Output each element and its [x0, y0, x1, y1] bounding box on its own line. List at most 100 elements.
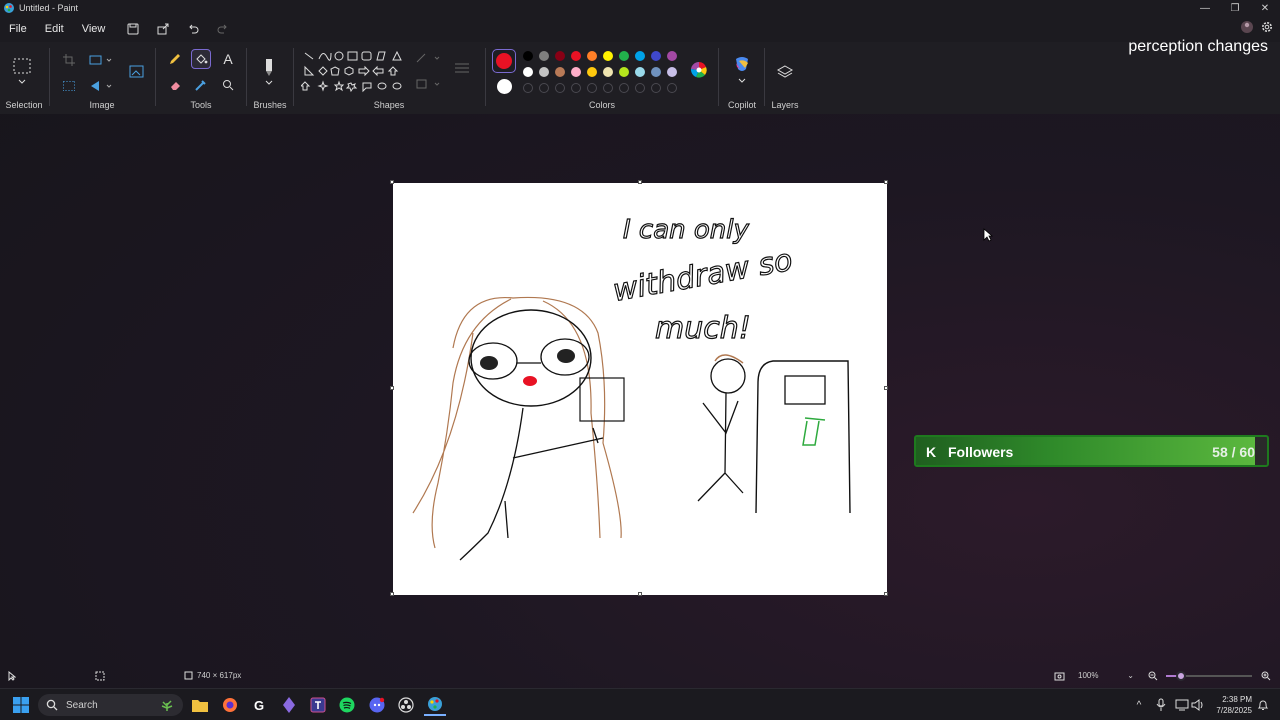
- layers-button[interactable]: [775, 62, 795, 82]
- resize-handle[interactable]: [390, 592, 394, 596]
- zoom-select[interactable]: 100% ⌄: [1078, 671, 1134, 680]
- pencil-tool[interactable]: [166, 50, 184, 68]
- color-swatch[interactable]: [667, 67, 677, 77]
- group-copilot: Copilot: [727, 100, 756, 110]
- resize-handle[interactable]: [884, 386, 888, 390]
- start-button[interactable]: [10, 694, 32, 716]
- resize-handle[interactable]: [390, 180, 394, 184]
- shapes-gallery[interactable]: [300, 49, 410, 99]
- stroke-size-button[interactable]: [452, 60, 472, 76]
- color-swatch[interactable]: [635, 51, 645, 61]
- followers-label: Followers: [948, 444, 1014, 460]
- fit-to-window-button[interactable]: [1054, 671, 1065, 682]
- share-button[interactable]: [152, 18, 174, 40]
- g-app-icon: G: [253, 697, 265, 713]
- taskbar-app-crystal[interactable]: [278, 694, 300, 716]
- custom-color-slot[interactable]: [603, 83, 613, 93]
- settings-gear-icon[interactable]: [1260, 20, 1274, 34]
- image-ai-icon: [129, 65, 144, 78]
- clock-time: 2:38 PM: [1222, 695, 1252, 704]
- custom-color-slot[interactable]: [523, 83, 533, 93]
- zoom-slider[interactable]: [1166, 671, 1252, 681]
- color-swatch[interactable]: [603, 51, 613, 61]
- primary-color-button[interactable]: [492, 49, 516, 73]
- save-button[interactable]: [122, 18, 144, 40]
- taskbar-file-explorer[interactable]: [189, 694, 211, 716]
- color-swatch[interactable]: [587, 67, 597, 77]
- profile-icon[interactable]: [1240, 20, 1254, 34]
- show-hidden-icons-button[interactable]: ^: [1128, 694, 1150, 716]
- redo-button[interactable]: [212, 18, 234, 40]
- color-swatch[interactable]: [555, 67, 565, 77]
- selection-button[interactable]: [10, 54, 34, 86]
- resize-handle[interactable]: [390, 386, 394, 390]
- taskbar-spotify[interactable]: [336, 694, 358, 716]
- custom-color-slot[interactable]: [619, 83, 629, 93]
- restore-button[interactable]: ❐: [1220, 0, 1250, 16]
- image-generate-button[interactable]: [128, 62, 146, 80]
- edit-colors-button[interactable]: [689, 60, 709, 80]
- color-swatch[interactable]: [603, 67, 613, 77]
- custom-color-slot[interactable]: [555, 83, 565, 93]
- fill-tool[interactable]: [191, 49, 211, 69]
- color-swatch[interactable]: [571, 67, 581, 77]
- crop-button[interactable]: [60, 52, 78, 68]
- taskbar-app-t[interactable]: [307, 694, 329, 716]
- close-button[interactable]: ✕: [1250, 0, 1280, 16]
- menu-file[interactable]: File: [0, 23, 36, 35]
- resize-handle[interactable]: [884, 592, 888, 596]
- custom-color-slot[interactable]: [587, 83, 597, 93]
- resize-handle[interactable]: [884, 180, 888, 184]
- menu-edit[interactable]: Edit: [36, 23, 73, 35]
- color-swatch[interactable]: [555, 51, 565, 61]
- brushes-button[interactable]: [258, 54, 280, 88]
- color-swatch[interactable]: [587, 51, 597, 61]
- custom-color-slot[interactable]: [571, 83, 581, 93]
- color-swatch[interactable]: [571, 51, 581, 61]
- color-swatch[interactable]: [635, 67, 645, 77]
- custom-color-slot[interactable]: [635, 83, 645, 93]
- taskbar-firefox[interactable]: [219, 694, 241, 716]
- volume-button[interactable]: [1187, 694, 1209, 716]
- taskbar-clock[interactable]: 2:38 PM 7/28/2025: [1216, 694, 1252, 716]
- taskbar-discord[interactable]: [366, 694, 388, 716]
- color-swatch[interactable]: [651, 67, 661, 77]
- magnifier-tool[interactable]: [219, 76, 237, 94]
- taskbar-obs[interactable]: [395, 694, 417, 716]
- color-swatch[interactable]: [651, 51, 661, 61]
- flip-button[interactable]: [88, 78, 114, 94]
- text-tool[interactable]: A: [219, 50, 237, 68]
- resize-button[interactable]: [88, 52, 114, 68]
- fill-dropdown[interactable]: [414, 76, 444, 92]
- zoom-in-button[interactable]: [1261, 671, 1271, 681]
- zoom-out-button[interactable]: [1148, 671, 1158, 681]
- copilot-button[interactable]: [731, 54, 753, 86]
- color-swatch[interactable]: [539, 67, 549, 77]
- color-picker-tool[interactable]: [192, 76, 210, 94]
- zoom-slider-thumb[interactable]: [1176, 671, 1186, 681]
- custom-color-slot[interactable]: [539, 83, 549, 93]
- taskbar-paint[interactable]: [424, 694, 446, 716]
- color-swatch[interactable]: [523, 67, 533, 77]
- taskbar-app-g[interactable]: G: [248, 694, 270, 716]
- color-swatch[interactable]: [539, 51, 549, 61]
- resize-handle[interactable]: [638, 180, 642, 184]
- minimize-button[interactable]: —: [1190, 0, 1220, 16]
- color-swatch[interactable]: [667, 51, 677, 61]
- color-swatch[interactable]: [619, 51, 629, 61]
- taskbar-search[interactable]: Search: [38, 694, 183, 716]
- image-select-button[interactable]: [60, 78, 78, 94]
- eraser-tool[interactable]: [166, 76, 184, 94]
- menu-view[interactable]: View: [73, 23, 115, 35]
- color-swatch[interactable]: [523, 51, 533, 61]
- outline-dropdown[interactable]: [414, 50, 444, 66]
- secondary-color-button[interactable]: [492, 75, 516, 97]
- microphone-button[interactable]: [1150, 694, 1172, 716]
- notifications-button[interactable]: [1252, 694, 1274, 716]
- custom-color-slot[interactable]: [651, 83, 661, 93]
- custom-color-slot[interactable]: [667, 83, 677, 93]
- undo-button[interactable]: [182, 18, 204, 40]
- drawing-canvas[interactable]: I can only withdraw so much!: [390, 180, 888, 596]
- color-swatch[interactable]: [619, 67, 629, 77]
- resize-handle[interactable]: [638, 592, 642, 596]
